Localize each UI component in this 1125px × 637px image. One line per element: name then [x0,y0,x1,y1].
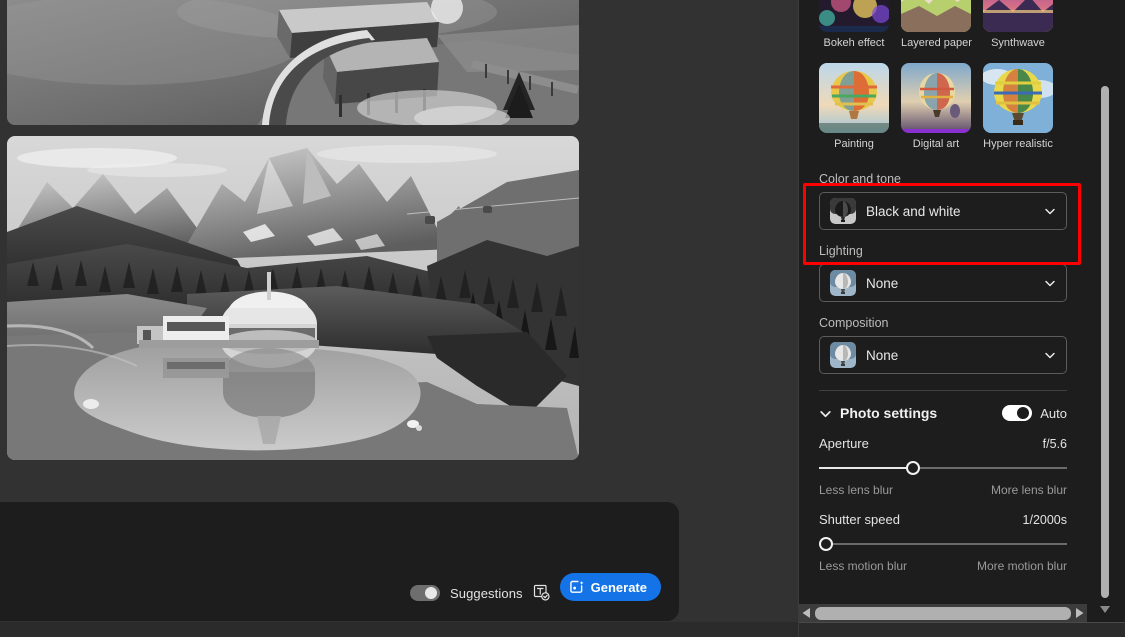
photo-settings-header[interactable]: Photo settings Auto [799,405,1087,421]
style-thumb-digital-art-graphic [901,63,971,133]
prompt-bar: Suggestions Generate [0,502,679,621]
effects-panel-scroll-content: Bokeh effect Layered paper Synthwave Pai… [799,0,1087,617]
style-thumb-synthwave[interactable] [983,0,1053,32]
color-and-tone-label: Color and tone [819,172,902,186]
chevron-down-icon [1045,280,1055,287]
suggestions-toggle[interactable] [409,585,440,601]
style-card-hyper-realistic[interactable]: Hyper realistic [983,63,1053,150]
style-card-digital-art[interactable]: Digital art [901,63,971,150]
composition-value: None [866,347,899,363]
shutter-speed-slider-block: Shutter speed 1/2000s Less motion blur M… [799,512,1087,573]
auto-label: Auto [1040,405,1067,421]
chevron-down-icon [1045,352,1055,359]
aperture-slider-thumb[interactable] [906,461,921,475]
shutter-speed-slider-thumb[interactable] [819,537,833,551]
style-card-label: Layered paper [901,37,972,49]
panel-vertical-scrollbar-thumb[interactable] [1101,86,1109,599]
aperture-label: Aperture [819,436,869,451]
panel-horizontal-scrollbar-thumb[interactable] [815,606,1071,620]
shutter-speed-label: Shutter speed [819,512,900,527]
style-card-bokeh-effect[interactable]: Bokeh effect [819,0,889,49]
composition-label: Composition [819,316,889,330]
aperture-range-labels: Less lens blur More lens blur [819,483,1067,497]
aperture-min-label: Less lens blur [819,483,894,497]
style-card-painting[interactable]: Painting [819,63,889,150]
panel-bottom-strip [799,622,1125,637]
suggestions-label: Suggestions [449,586,523,601]
style-card-label: Hyper realistic [983,138,1053,150]
aperture-track-fill [819,467,914,469]
aperture-header: Aperture f/5.6 [819,436,1067,451]
caret-right-icon[interactable] [1074,607,1085,619]
generated-image-top[interactable] [7,0,579,125]
style-thumb-bokeh[interactable] [819,0,889,32]
text-suggestion-icon[interactable] [533,584,550,601]
shutter-speed-range-labels: Less motion blur More motion blur [819,559,1067,573]
style-row-2: Painting Digital art Hyper realistic [799,63,1087,150]
shutter-speed-track[interactable] [819,543,1067,545]
style-thumb-bokeh-graphic [819,0,889,32]
generate-button[interactable]: Generate [559,573,661,601]
chevron-down-icon[interactable] [819,407,832,420]
shutter-speed-slider[interactable] [819,535,1067,553]
lighting-dropdown[interactable]: None [819,264,1067,302]
lighting-section: Lighting None [799,244,1087,302]
shutter-speed-min-label: Less motion blur [819,559,908,573]
style-card-label: Bokeh effect [823,37,885,49]
style-thumb-digital-art[interactable] [901,63,971,133]
canvas-area: Suggestions Generate [0,0,798,637]
style-thumb-painting[interactable] [819,63,889,133]
color-and-tone-value: Black and white [866,203,961,219]
style-card-layered-paper[interactable]: Layered paper [901,0,972,49]
style-thumb-hyper-realistic[interactable] [983,63,1053,133]
balloon-blue-icon [830,270,856,296]
color-and-tone-section: Color and tone Black and white [799,172,1087,230]
style-thumb-painting-graphic [819,63,889,133]
color-and-tone-dropdown[interactable]: Black and white [819,192,1067,230]
style-thumb-hyper-realistic-graphic [983,63,1053,133]
aperture-slider[interactable] [819,459,1067,477]
auto-toggle-knob [1017,407,1030,419]
style-card-label: Painting [834,138,874,150]
chevron-down-icon [1045,208,1055,215]
style-thumb-layered-paper[interactable] [901,0,971,32]
generated-image-main[interactable] [7,136,579,460]
aperture-slider-block: Aperture f/5.6 Less lens blur More lens … [799,436,1087,497]
sparkle-generate-icon [569,580,584,593]
balloon-grayscale-icon [830,198,856,224]
aperture-max-label: More lens blur [990,483,1067,497]
image-generation-app: Suggestions Generate Bokeh effect Layere… [0,0,1125,637]
style-card-label: Digital art [912,138,960,150]
lighting-label: Lighting [819,244,863,258]
style-card-synthwave[interactable]: Synthwave [983,0,1053,49]
suggestions-toggle-knob [424,587,437,599]
generated-image-main-graphic [7,136,579,460]
lighting-value: None [866,275,899,291]
aperture-value: f/5.6 [1042,437,1067,451]
effects-panel: Bokeh effect Layered paper Synthwave Pai… [798,0,1125,637]
style-thumb-synthwave-graphic [983,0,1053,32]
panel-vertical-scrollbar[interactable] [1099,0,1111,617]
composition-dropdown[interactable]: None [819,336,1067,374]
caret-down-icon[interactable] [1099,604,1111,614]
section-divider [819,390,1067,391]
caret-left-icon[interactable] [801,607,812,619]
shutter-speed-value: 1/2000s [1022,513,1067,527]
photo-settings-title: Photo settings [840,405,938,421]
shutter-speed-header: Shutter speed 1/2000s [819,512,1067,527]
style-row-1: Bokeh effect Layered paper Synthwave [799,0,1087,49]
shutter-speed-max-label: More motion blur [976,559,1067,573]
auto-toggle[interactable] [1002,405,1033,421]
balloon-blue-icon [830,342,856,368]
composition-section: Composition None [799,316,1087,374]
canvas-bottom-strip [0,622,798,637]
style-card-label: Synthwave [991,37,1045,49]
panel-horizontal-scrollbar[interactable] [799,604,1087,622]
generate-button-label: Generate [590,579,647,595]
style-thumb-layered-paper-graphic [901,0,971,32]
generated-image-top-graphic [7,0,579,125]
